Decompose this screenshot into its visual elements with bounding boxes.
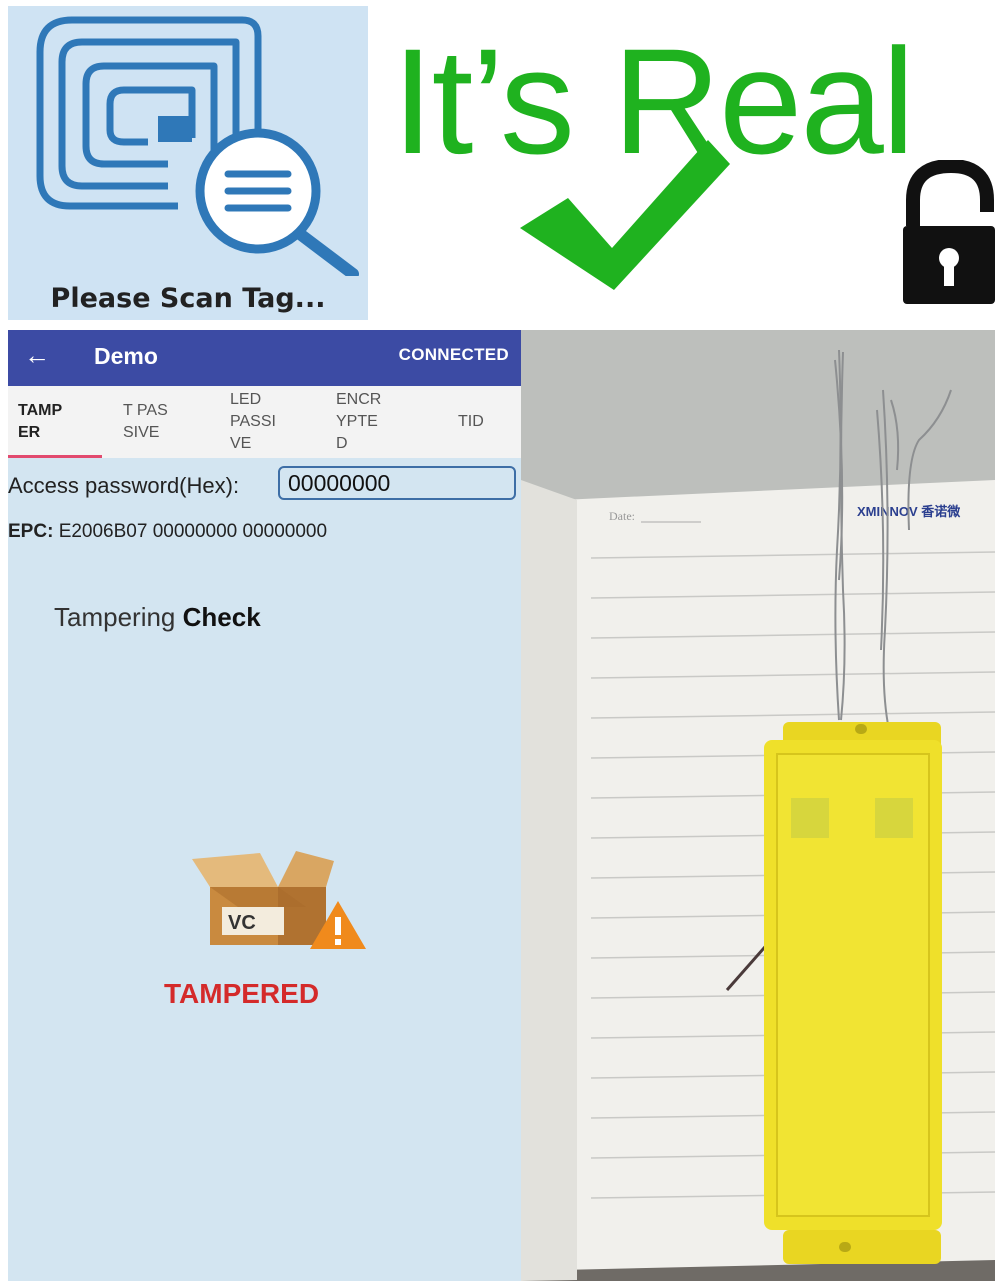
app-title: Demo xyxy=(94,343,158,369)
tab-encrypted[interactable]: ENCR YPTE D xyxy=(336,386,416,458)
page-date-label: Date: xyxy=(609,509,635,523)
product-photo: Date: XMINNOV 香诺微 xyxy=(521,330,995,1281)
active-tab-indicator xyxy=(8,455,102,458)
password-label: Access password(Hex): xyxy=(8,473,240,498)
phone-screen: ← Demo CONNECTED TAMP ER T PAS SIVE LED … xyxy=(8,330,521,1281)
box-label: VC xyxy=(228,912,256,934)
rfid-scan-icon xyxy=(36,16,359,276)
tab-bar: TAMP ER T PAS SIVE LED PASSI VE ENCR YPT… xyxy=(8,386,521,458)
tab-led-passive[interactable]: LED PASSI VE xyxy=(230,386,310,458)
tampered-box-icon: VC xyxy=(192,851,366,949)
connection-status: CONNECTED xyxy=(398,345,509,364)
tab-tamper[interactable]: TAMP ER xyxy=(18,386,98,458)
tab-t-passive[interactable]: T PAS SIVE xyxy=(123,386,203,458)
epc-row: EPC: E2006B07 00000000 00000000 xyxy=(8,521,327,543)
epc-value: E2006B07 00000000 00000000 xyxy=(58,521,328,542)
tamper-check-title: Tampering Check xyxy=(54,602,261,632)
checkmark-icon xyxy=(520,140,730,290)
scan-tag-panel: Please Scan Tag... xyxy=(8,6,368,320)
scan-caption: Please Scan Tag... xyxy=(50,283,326,314)
tag-photo-illustration: Date: XMINNOV 香诺微 xyxy=(521,330,995,1281)
epc-label: EPC: xyxy=(8,521,54,542)
tamper-status: TAMPERED xyxy=(164,978,320,1009)
app-bar: ← Demo CONNECTED xyxy=(8,330,521,386)
unlocked-padlock-icon xyxy=(903,160,995,304)
back-arrow-icon[interactable]: ← xyxy=(24,340,50,371)
tab-tid[interactable]: TID xyxy=(458,386,508,458)
password-input[interactable] xyxy=(278,466,516,500)
